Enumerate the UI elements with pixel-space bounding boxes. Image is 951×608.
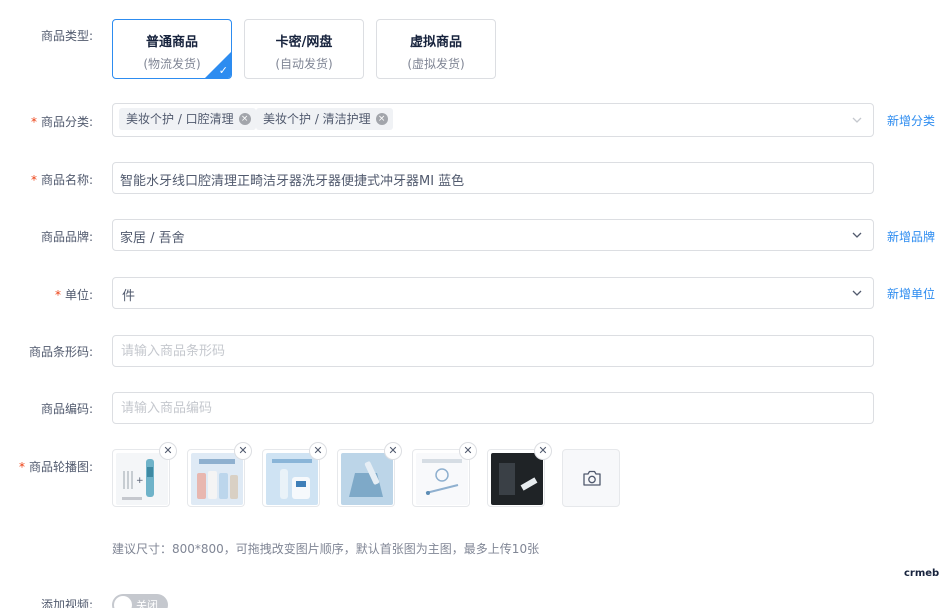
required-mark: *	[30, 173, 37, 187]
toggle-knob	[114, 596, 132, 608]
chevron-down-icon	[852, 232, 862, 238]
carousel-image-preview	[416, 453, 468, 505]
add-category-link[interactable]: 新增分类	[887, 112, 935, 129]
carousel-image[interactable]: ✕	[337, 442, 402, 507]
delete-image-icon[interactable]: ✕	[234, 442, 252, 460]
carousel-image[interactable]: ✕	[412, 442, 477, 507]
product-type-label: 商品类型:	[40, 29, 93, 43]
product-lineup-image	[191, 453, 243, 505]
delete-image-icon[interactable]: ✕	[459, 442, 477, 460]
name-label-text: 商品名称:	[40, 173, 93, 187]
chevron-down-icon	[852, 290, 862, 296]
category-tag-text: 美妆个护 / 清洁护理	[263, 112, 371, 126]
tag-close-icon[interactable]: ×	[375, 113, 388, 125]
required-mark: *	[54, 288, 61, 302]
type-card-physical[interactable]: 普通商品 (物流发货) ✓	[112, 19, 232, 79]
carousel-label: * 商品轮播图:	[19, 458, 93, 475]
add-unit-link[interactable]: 新增单位	[887, 285, 935, 302]
carousel-hint: 建议尺寸：800*800，可拖拽改变图片顺序，默认首张图为主图，最多上传10张	[112, 542, 540, 556]
delete-image-icon[interactable]: ✕	[384, 442, 402, 460]
category-select[interactable]: 美妆个护 / 口腔清理 × 美妆个护 / 清洁护理 ×	[112, 103, 874, 137]
dark-scene-image	[491, 453, 543, 505]
carousel-image-preview	[491, 453, 543, 505]
carousel-label-text: 商品轮播图:	[28, 460, 93, 474]
carousel-image-preview	[191, 453, 243, 505]
type-card-title: 普通商品	[145, 35, 198, 50]
svg-text:+: +	[136, 476, 144, 486]
type-card-virtual[interactable]: 虚拟商品 (虚拟发货)	[376, 19, 496, 79]
brand-label: 商品品牌:	[40, 230, 93, 244]
category-label: * 商品分类:	[31, 113, 93, 130]
chevron-down-icon	[852, 117, 862, 123]
category-tag-text: 美妆个护 / 口腔清理	[126, 112, 234, 126]
category-tag: 美妆个护 / 清洁护理 ×	[256, 108, 393, 130]
barcode-field[interactable]	[112, 335, 874, 367]
check-icon: ✓	[218, 64, 228, 77]
category-tag: 美妆个护 / 口腔清理 ×	[119, 108, 256, 130]
carousel-image[interactable]: + ✕	[112, 442, 177, 507]
type-card-title: 卡密/网盘	[275, 35, 333, 50]
brand-select[interactable]: 家居 / 吾舍	[112, 219, 874, 251]
delete-image-icon[interactable]: ✕	[309, 442, 327, 460]
delete-image-icon[interactable]: ✕	[159, 442, 177, 460]
barcode-label: 商品条形码:	[28, 345, 93, 359]
carousel-image-preview	[341, 453, 393, 505]
camera-icon	[583, 470, 601, 486]
type-card-card-key[interactable]: 卡密/网盘 (自动发货)	[244, 19, 364, 79]
watermark-logo: crmeb	[904, 568, 940, 579]
unit-select[interactable]: 件	[112, 277, 874, 309]
add-brand-link[interactable]: 新增品牌	[887, 228, 935, 245]
upload-image-button[interactable]	[562, 449, 620, 507]
name-field[interactable]: 智能水牙线口腔清理正畸洁牙器洗牙器便捷式冲牙器MI 蓝色	[112, 162, 874, 194]
display-unit-image	[266, 453, 318, 505]
water-flosser-image: +	[116, 453, 168, 505]
carousel-image-preview: +	[116, 453, 168, 505]
tag-close-icon[interactable]: ×	[238, 113, 251, 125]
type-card-title: 虚拟商品	[409, 35, 462, 50]
carousel-image[interactable]: ✕	[262, 442, 327, 507]
travel-bag-image	[341, 453, 393, 505]
brand-select-value: 家居 / 吾舍	[120, 231, 185, 246]
video-toggle[interactable]: 关闭	[112, 594, 168, 608]
toggle-text: 关闭	[136, 599, 158, 608]
type-card-subtitle: (虚拟发货)	[407, 57, 465, 71]
required-mark: *	[30, 115, 37, 129]
type-card-subtitle: (自动发货)	[275, 57, 333, 71]
code-field[interactable]	[112, 392, 874, 424]
video-label: 添加视频:	[40, 598, 93, 608]
code-label: 商品编码:	[40, 402, 93, 416]
carousel-image[interactable]: ✕	[187, 442, 252, 507]
unit-select-value: 件	[122, 289, 136, 304]
required-mark: *	[18, 460, 25, 474]
carousel-row: * 商品轮播图: + ✕ ✕ ✕ ✕ ✕ ✕	[0, 442, 951, 509]
name-label: * 商品名称:	[31, 171, 93, 188]
carousel-image-preview	[266, 453, 318, 505]
carousel-image[interactable]: ✕	[487, 442, 552, 507]
unit-label: * 单位:	[55, 286, 93, 303]
unit-label-text: 单位:	[64, 288, 93, 302]
barcode-input[interactable]	[113, 336, 873, 366]
delete-image-icon[interactable]: ✕	[534, 442, 552, 460]
code-input[interactable]	[113, 393, 873, 423]
category-label-text: 商品分类:	[40, 115, 93, 129]
diagram-image	[416, 453, 468, 505]
name-input-value[interactable]: 智能水牙线口腔清理正畸洁牙器洗牙器便捷式冲牙器MI 蓝色	[120, 170, 464, 189]
